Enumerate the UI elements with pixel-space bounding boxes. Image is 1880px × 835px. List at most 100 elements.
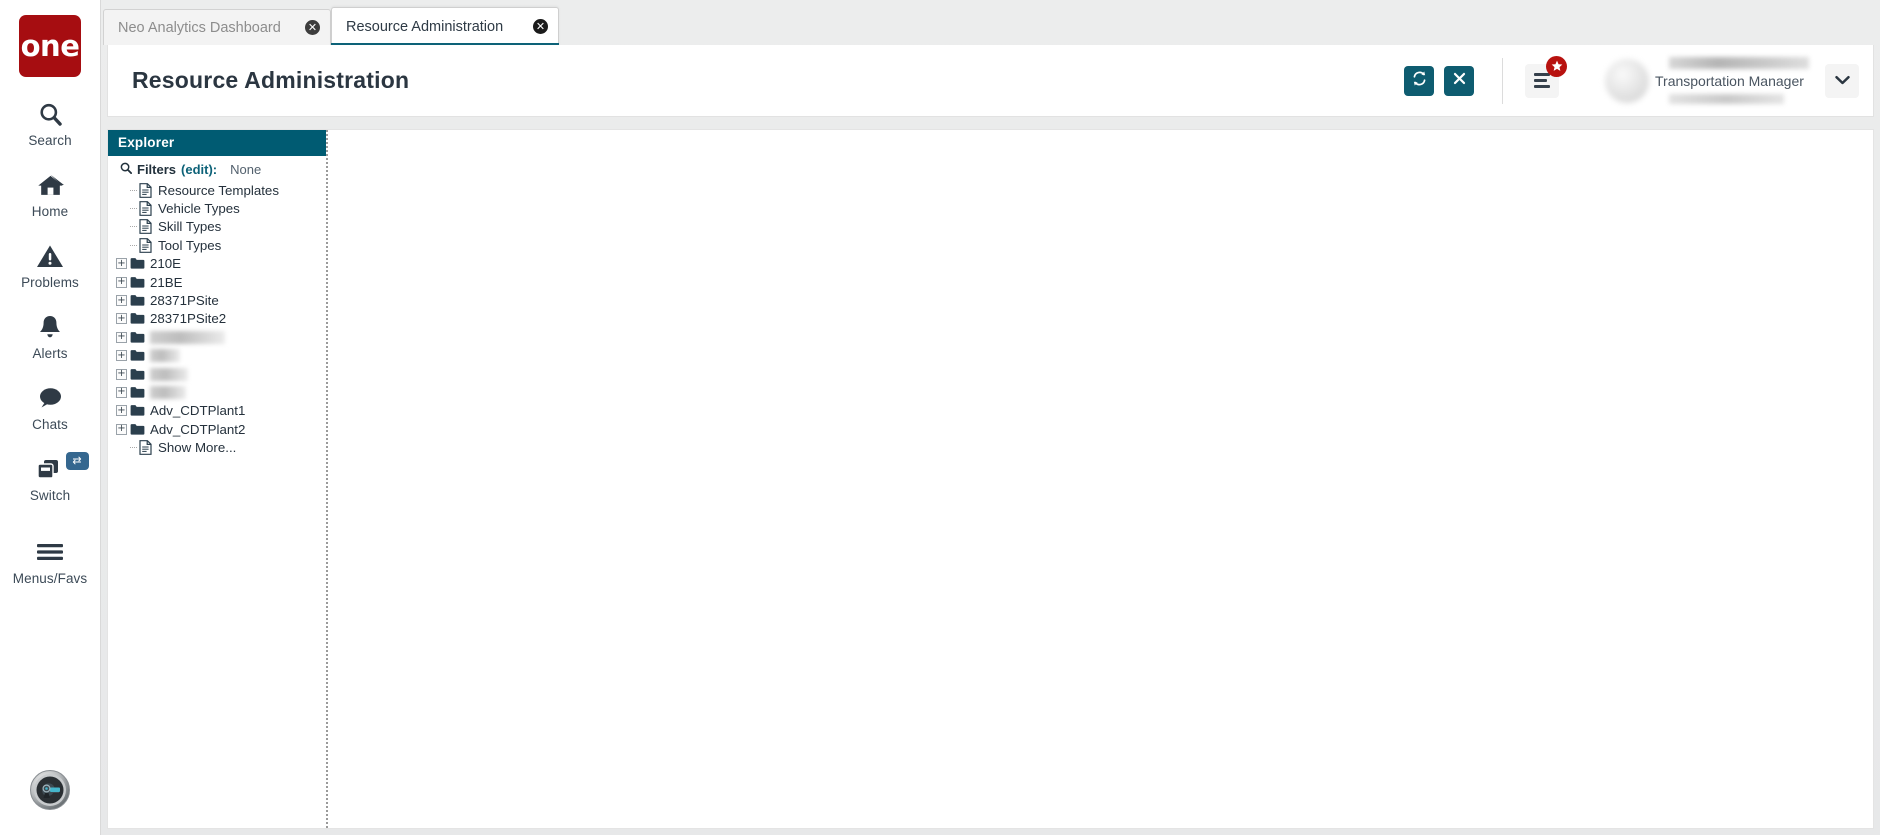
- tree-connector-line: [130, 447, 137, 449]
- document-icon: [138, 201, 153, 216]
- tree-node-label: Adv_CDTPlant2: [150, 421, 246, 437]
- main-region: Neo Analytics Dashboard ✕ Resource Admin…: [101, 0, 1880, 835]
- header-divider: [1502, 57, 1503, 104]
- tree-node-label: Show More...: [158, 440, 237, 456]
- rail-item-label: Menus/Favs: [12, 571, 88, 586]
- expand-plus-icon[interactable]: +: [116, 258, 127, 270]
- tab-label: Neo Analytics Dashboard: [118, 19, 281, 36]
- switch-windows-icon: [35, 454, 65, 484]
- tree-node[interactable]: Skill Types: [108, 218, 326, 236]
- user-menu-toggle[interactable]: [1825, 63, 1859, 98]
- folder-icon: [130, 331, 145, 344]
- folder-icon: [130, 349, 145, 362]
- user-org-redacted: [1669, 93, 1784, 104]
- main-content-pane: [328, 130, 1873, 828]
- close-circle-icon[interactable]: ✕: [533, 19, 548, 34]
- filters-label: Filters: [137, 162, 177, 177]
- tab-resource-administration[interactable]: Resource Administration ✕: [331, 7, 559, 45]
- menu-list-icon: [1534, 73, 1550, 88]
- tree-node[interactable]: Show More...: [108, 438, 326, 456]
- filters-row: Filters (edit): None: [108, 156, 326, 181]
- ai-assistant-avatar-icon[interactable]: [30, 770, 70, 810]
- rail-item-problems[interactable]: Problems: [0, 241, 101, 290]
- tree-node-label: Skill Types: [158, 219, 222, 235]
- tab-neo-analytics-dashboard[interactable]: Neo Analytics Dashboard ✕: [103, 9, 331, 45]
- rail-item-search[interactable]: Search: [0, 99, 101, 148]
- tree-node-label: 210E: [150, 256, 182, 272]
- expand-plus-icon[interactable]: +: [116, 405, 127, 417]
- tree-node[interactable]: +: [108, 365, 326, 383]
- expand-plus-icon[interactable]: +: [116, 423, 127, 435]
- expand-plus-icon[interactable]: +: [116, 386, 127, 398]
- rail-item-label: Problems: [21, 275, 79, 290]
- folder-icon: [130, 368, 145, 381]
- expand-plus-icon[interactable]: +: [116, 368, 127, 380]
- expand-plus-icon[interactable]: +: [116, 313, 127, 325]
- tree-node[interactable]: + Adv_CDTPlant1: [108, 402, 326, 420]
- tree-connector-line: [130, 208, 137, 210]
- tree-node[interactable]: +210E: [108, 255, 326, 273]
- tree-node[interactable]: +28371PSite2: [108, 310, 326, 328]
- app-root: one Search Home Problems Alerts Chats ⇄ …: [0, 0, 1880, 835]
- folder-icon: [130, 386, 145, 399]
- tree-node[interactable]: + Adv_CDTPlant2: [108, 420, 326, 438]
- tree-node-label-redacted: [150, 349, 180, 363]
- expand-plus-icon[interactable]: +: [116, 295, 127, 307]
- filters-edit-link[interactable]: (edit):: [181, 162, 217, 177]
- close-page-button[interactable]: [1444, 65, 1474, 96]
- filters-value: None: [230, 162, 262, 177]
- tab-label: Resource Administration: [346, 18, 504, 35]
- refresh-button[interactable]: [1404, 65, 1434, 96]
- folder-icon: [130, 404, 145, 417]
- tree-node[interactable]: +: [108, 347, 326, 365]
- tree-node[interactable]: +21BE: [108, 273, 326, 291]
- tree-node[interactable]: +: [108, 383, 326, 401]
- warning-triangle-icon: [36, 241, 64, 271]
- close-x-icon: [1452, 71, 1467, 91]
- rail-item-label: Search: [28, 133, 72, 148]
- user-menu[interactable]: Transportation Manager: [1605, 57, 1859, 104]
- menu-favorites-button[interactable]: [1525, 55, 1567, 98]
- document-icon: [138, 237, 153, 253]
- expand-plus-icon[interactable]: +: [116, 350, 127, 362]
- expand-plus-icon[interactable]: +: [116, 276, 127, 288]
- document-icon: [138, 219, 153, 235]
- explorer-title: Explorer: [108, 130, 326, 156]
- expand-plus-icon[interactable]: +: [116, 331, 127, 343]
- search-icon: [120, 162, 133, 177]
- left-nav-rail: one Search Home Problems Alerts Chats ⇄ …: [0, 0, 101, 835]
- tree-connector-line: [130, 189, 137, 191]
- folder-icon: [130, 276, 145, 289]
- tree-node-label: 28371PSite: [150, 293, 219, 309]
- rail-item-menus-favs[interactable]: Menus/Favs: [0, 537, 101, 586]
- page-header-actions: Transportation Manager: [1394, 55, 1859, 104]
- rail-item-chats[interactable]: Chats: [0, 383, 101, 432]
- search-icon: [37, 99, 64, 129]
- rail-item-label: Alerts: [32, 346, 68, 361]
- exchange-arrows-icon[interactable]: ⇄: [65, 452, 89, 470]
- tree-node[interactable]: Vehicle Types: [108, 199, 326, 217]
- tree-node[interactable]: +: [108, 328, 326, 346]
- rail-item-home[interactable]: Home: [0, 170, 101, 219]
- tree-node[interactable]: Resource Templates: [108, 181, 326, 199]
- home-icon: [36, 170, 65, 200]
- rail-item-alerts[interactable]: Alerts: [0, 312, 101, 361]
- chat-bubble-icon: [36, 383, 64, 413]
- document-icon: [138, 182, 153, 198]
- tree-node[interactable]: Tool Types: [108, 236, 326, 254]
- rail-item-switch[interactable]: ⇄ Switch: [0, 452, 101, 503]
- tree-node-label: Vehicle Types: [158, 201, 240, 217]
- page-title: Resource Administration: [132, 67, 410, 93]
- rail-item-label: Chats: [32, 417, 68, 432]
- tree-node-label-redacted: [150, 385, 186, 399]
- folder-icon: [130, 294, 145, 307]
- folder-icon: [130, 257, 145, 270]
- tree-node[interactable]: +28371PSite: [108, 291, 326, 309]
- tree-node-label: 28371PSite2: [150, 311, 227, 327]
- close-circle-icon[interactable]: ✕: [305, 20, 320, 35]
- folder-icon: [130, 423, 145, 436]
- rail-item-label: Home: [31, 204, 69, 219]
- app-logo[interactable]: one: [19, 15, 81, 77]
- tree-connector-line: [130, 244, 137, 246]
- bell-icon: [37, 312, 63, 342]
